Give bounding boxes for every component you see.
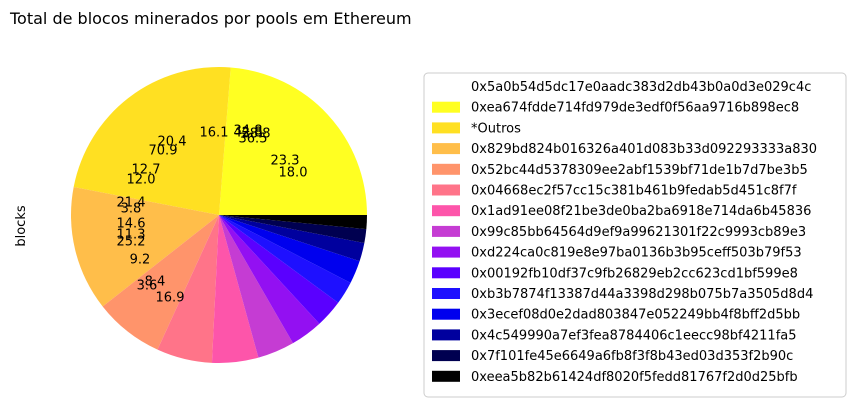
legend-swatch bbox=[432, 267, 460, 279]
legend-label: 0x52bc44d5378309ee2abf1539bf71de1b7d7be3… bbox=[471, 163, 808, 178]
chart-title: Total de blocos minerados por pools em E… bbox=[9, 9, 412, 28]
legend-label: 0x5a0b54d5dc17e0aadc383d2db43b0a0d3e029c… bbox=[471, 80, 811, 95]
legend: 0x5a0b54d5dc17e0aadc383d2db43b0a0d3e029c… bbox=[423, 72, 847, 398]
percentage-label: 38.8 bbox=[242, 127, 271, 142]
legend-swatch bbox=[432, 329, 460, 341]
legend-swatch bbox=[432, 163, 460, 175]
legend-swatch bbox=[432, 246, 460, 258]
legend-label: 0x99c85bb64564d9ef9a99621301f22c9993cb89… bbox=[471, 225, 806, 240]
legend-label: *Outros bbox=[471, 121, 521, 136]
legend-swatch bbox=[432, 205, 460, 217]
legend-label: 0x4c549990a7ef3fea8784406c1eecc98bf4211f… bbox=[471, 328, 797, 343]
legend-swatch bbox=[432, 225, 460, 237]
percentage-label: 16.9 bbox=[156, 291, 185, 306]
legend-label: 0x04668ec2f57cc15c381b461b9fedab5d451c8f… bbox=[471, 184, 797, 199]
percentage-label: 25.2 bbox=[117, 235, 146, 250]
percentage-label: 3.6 bbox=[137, 279, 158, 294]
y-axis-label: blocks bbox=[14, 205, 29, 246]
legend-label: 0x00192fb10df37c9fb26829eb2cc623cd1bf599… bbox=[471, 266, 798, 281]
legend-label: 0x7f101fe45e6649a6fb8f3f8b43ed03d353f2b9… bbox=[471, 349, 793, 364]
legend-label: 0x829bd824b016326a401d083b33d092293333a8… bbox=[471, 142, 817, 157]
pie-chart: Total de blocos minerados por pools em E… bbox=[9, 9, 847, 398]
percentage-label: 12.0 bbox=[127, 173, 156, 188]
legend-label: 0x1ad91ee08f21be3de0ba2ba6918e714da6b458… bbox=[471, 204, 811, 219]
percentage-label: 16.1 bbox=[200, 126, 229, 141]
legend-swatch bbox=[432, 81, 460, 92]
legend-swatch bbox=[432, 184, 460, 196]
legend-label: 0xea674fdde714fd979de3edf0f56aa9716b898e… bbox=[471, 101, 799, 116]
legend-swatch bbox=[432, 370, 460, 382]
legend-swatch bbox=[432, 143, 460, 155]
legend-swatch bbox=[432, 308, 460, 320]
legend-label: 0x3ecef08d0e2dad803847e052249bb4f8bff2d5… bbox=[471, 308, 800, 323]
percentage-label: 3.8 bbox=[121, 202, 142, 217]
legend-label: 0xeea5b82b61424df8020f5fedd81767f2d0d25b… bbox=[471, 370, 798, 385]
legend-label: 0xb3b7874f13387d44a3398d298b075b7a3505d8… bbox=[471, 287, 813, 302]
percentage-label: 9.2 bbox=[130, 253, 151, 268]
legend-swatch bbox=[432, 122, 460, 134]
legend-swatch bbox=[432, 288, 460, 299]
legend-label: 0xd224ca0c819e8e97ba0136b3b95ceff503b79f… bbox=[471, 246, 802, 261]
pie-slices bbox=[70, 67, 367, 363]
percentage-label: 18.0 bbox=[279, 166, 308, 181]
legend-swatch bbox=[432, 350, 460, 362]
legend-swatch bbox=[432, 101, 460, 113]
percentage-label: 70.9 bbox=[149, 144, 178, 159]
